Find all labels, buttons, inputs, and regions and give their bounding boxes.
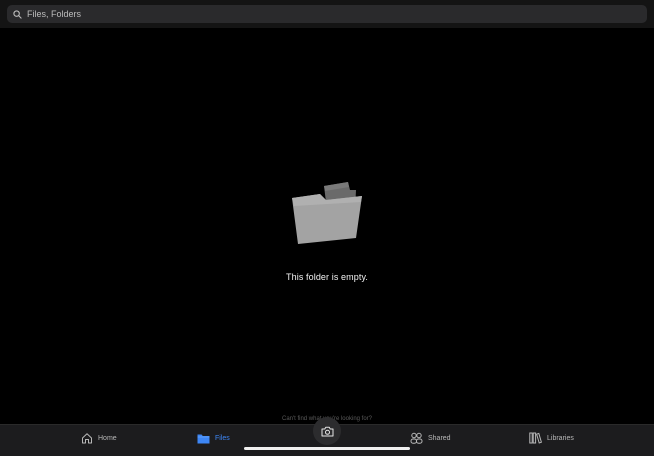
tab-libraries-label: Libraries	[547, 434, 574, 442]
tab-libraries[interactable]: Libraries	[529, 431, 574, 445]
tab-files-label: Files	[215, 434, 230, 442]
files-app: This folder is empty. Can't find what yo…	[0, 0, 654, 456]
folder-icon	[197, 434, 210, 443]
search-input[interactable]	[27, 6, 627, 22]
tab-home[interactable]: Home	[81, 431, 117, 445]
empty-message: This folder is empty.	[286, 272, 368, 282]
empty-state: This folder is empty.	[0, 178, 654, 282]
library-icon	[529, 432, 542, 444]
tab-shared[interactable]: Shared	[410, 431, 451, 445]
search-bar[interactable]	[7, 5, 647, 23]
people-icon	[410, 432, 423, 444]
home-icon	[82, 433, 92, 444]
home-indicator[interactable]	[244, 447, 410, 450]
search-icon	[13, 9, 22, 19]
tab-shared-label: Shared	[428, 434, 451, 442]
folder-icon	[292, 182, 362, 244]
search-area	[0, 0, 654, 28]
camera-button[interactable]	[313, 417, 341, 445]
camera-icon	[321, 426, 333, 436]
tab-home-label: Home	[98, 434, 117, 442]
tab-files[interactable]: Files	[197, 431, 230, 445]
